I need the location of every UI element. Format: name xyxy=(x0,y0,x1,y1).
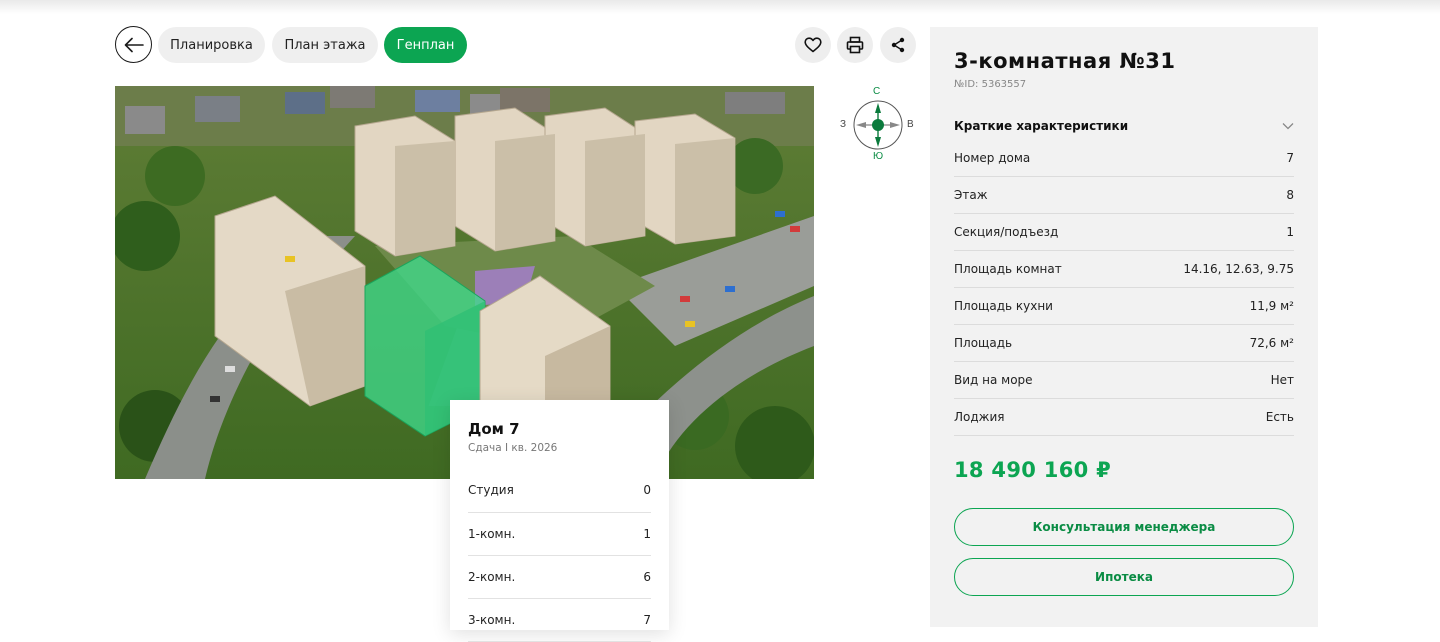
back-button[interactable] xyxy=(115,26,152,63)
spec-value: Есть xyxy=(1265,410,1294,424)
spec-label: Этаж xyxy=(954,188,988,202)
spec-value: Нет xyxy=(1270,373,1294,387)
list-item: 3-комн. 7 xyxy=(468,599,651,642)
characteristics-title: Краткие характеристики xyxy=(954,119,1129,133)
compass: С З В Ю xyxy=(840,86,916,164)
tab-floor-plan[interactable]: План этажа xyxy=(272,27,378,63)
room-type-count: 7 xyxy=(643,613,651,627)
spec-value: 7 xyxy=(1286,151,1294,165)
compass-north-label: С xyxy=(873,86,881,97)
spec-value: 14.16, 12.63, 9.75 xyxy=(1183,262,1294,276)
spec-label: Площадь кухни xyxy=(954,299,1053,313)
favorite-button[interactable] xyxy=(795,27,831,63)
characteristics-toggle[interactable]: Краткие характеристики xyxy=(954,116,1294,136)
house-card-room-counts: Студия 0 1-комн. 1 2-комн. 6 3-комн. 7 xyxy=(468,468,651,642)
arrow-left-icon xyxy=(124,37,144,52)
compass-west-label: З xyxy=(840,119,847,130)
apartment-price: 18 490 160 ₽ xyxy=(954,458,1112,482)
tab-layout[interactable]: Планировка xyxy=(158,27,265,63)
manager-consultation-button[interactable]: Консультация менеджера xyxy=(954,508,1294,546)
compass-east-label: В xyxy=(907,119,914,130)
spec-label: Площадь комнат xyxy=(954,262,1062,276)
house-card-completion: Сдача I кв. 2026 xyxy=(468,442,558,454)
spec-row: Лоджия Есть xyxy=(954,399,1294,436)
spec-row: Этаж 8 xyxy=(954,177,1294,214)
house-card-title: Дом 7 xyxy=(468,420,520,438)
room-type-count: 6 xyxy=(643,570,651,584)
spec-label: Номер дома xyxy=(954,151,1031,165)
room-type-label: 2-комн. xyxy=(468,570,516,584)
printer-icon xyxy=(846,36,864,54)
spec-row: Секция/подъезд 1 xyxy=(954,214,1294,251)
spec-value: 8 xyxy=(1286,188,1294,202)
room-type-label: Студия xyxy=(468,483,514,497)
room-type-label: 3-комн. xyxy=(468,613,516,627)
share-button[interactable] xyxy=(880,27,916,63)
spec-row: Вид на море Нет xyxy=(954,362,1294,399)
room-type-label: 1-комн. xyxy=(468,527,516,541)
apartment-id: №ID: 5363557 xyxy=(954,79,1027,90)
compass-icon xyxy=(853,100,903,150)
header-shadow xyxy=(0,0,1440,14)
spec-row: Номер дома 7 xyxy=(954,140,1294,177)
house-info-card: Дом 7 Сдача I кв. 2026 Студия 0 1-комн. … xyxy=(450,400,669,642)
spec-label: Вид на море xyxy=(954,373,1033,387)
spec-value: 11,9 м² xyxy=(1249,299,1294,313)
spec-row: Площадь кухни 11,9 м² xyxy=(954,288,1294,325)
room-type-count: 1 xyxy=(643,527,651,541)
share-icon xyxy=(891,37,905,53)
spec-label: Площадь xyxy=(954,336,1013,350)
spec-row: Площадь 72,6 м² xyxy=(954,325,1294,362)
heart-icon xyxy=(804,37,822,53)
list-item: 2-комн. 6 xyxy=(468,556,651,599)
mortgage-button[interactable]: Ипотека xyxy=(954,558,1294,596)
spec-value: 1 xyxy=(1286,225,1294,239)
tab-master-plan[interactable]: Генплан xyxy=(384,27,467,63)
print-button[interactable] xyxy=(837,27,873,63)
spec-value: 72,6 м² xyxy=(1249,336,1294,350)
apartment-title: 3-комнатная №31 xyxy=(954,49,1176,73)
list-item: 1-комн. 1 xyxy=(468,513,651,556)
list-item: Студия 0 xyxy=(468,468,651,513)
apartment-info-panel: 3-комнатная №31 №ID: 5363557 Краткие хар… xyxy=(930,27,1318,627)
room-type-count: 0 xyxy=(643,483,651,497)
spec-label: Лоджия xyxy=(954,410,1005,424)
spec-row: Площадь комнат 14.16, 12.63, 9.75 xyxy=(954,251,1294,288)
chevron-down-icon xyxy=(1282,123,1294,130)
spec-label: Секция/подъезд xyxy=(954,225,1059,239)
specs-list: Номер дома 7 Этаж 8 Секция/подъезд 1 Пло… xyxy=(954,140,1294,436)
